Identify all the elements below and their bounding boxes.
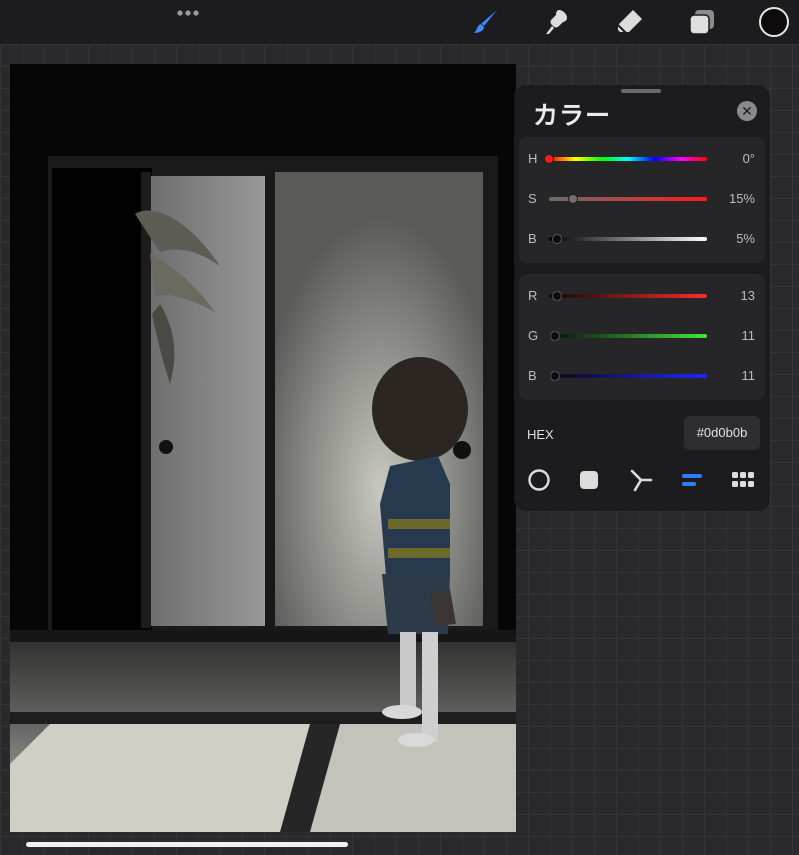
brightness-slider-row[interactable]: B 5% (519, 229, 765, 249)
blue-slider-track[interactable] (549, 374, 707, 378)
brightness-slider-track[interactable] (549, 237, 707, 241)
artwork-illustration (10, 64, 516, 832)
brush-tool-button[interactable] (470, 6, 502, 38)
disc-mode-button[interactable] (527, 468, 551, 492)
disc-mode-icon (528, 469, 550, 491)
harmony-mode-button[interactable] (629, 468, 653, 492)
green-slider-knob[interactable] (550, 331, 561, 341)
layers-icon (689, 10, 714, 35)
panel-title: カラー (533, 102, 612, 130)
brightness-slider-knob[interactable] (551, 234, 562, 244)
slider-label: H (528, 151, 538, 166)
hsb-slider-group: H 0° S 15% B 5% (519, 137, 765, 263)
slider-value: 15% (728, 191, 755, 206)
palettes-mode-button[interactable] (731, 468, 755, 492)
hue-slider-knob[interactable] (544, 154, 554, 164)
slider-label: R (528, 288, 538, 303)
saturation-slider-row[interactable]: S 15% (519, 189, 765, 209)
value-mode-button[interactable] (680, 468, 704, 492)
blue-slider-knob[interactable] (550, 371, 561, 381)
layers-tool-button[interactable] (686, 6, 718, 38)
top-toolbar (0, 0, 799, 44)
blue-slider-row[interactable]: B 11 (519, 366, 765, 386)
hue-slider-row[interactable]: H 0° (519, 149, 765, 169)
slider-label: B (528, 231, 537, 246)
hex-label: HEX (527, 427, 554, 442)
red-slider-knob[interactable] (551, 291, 562, 301)
brush-icon (474, 10, 497, 33)
green-slider-track[interactable] (549, 334, 707, 338)
close-button[interactable]: ✕ (737, 101, 757, 121)
slider-value: 0° (742, 151, 755, 166)
classic-mode-icon (580, 471, 598, 489)
home-indicator (26, 842, 348, 847)
red-slider-track[interactable] (549, 294, 707, 298)
hex-input[interactable]: #0d0b0b (684, 416, 760, 450)
slider-label: B (528, 368, 537, 383)
saturation-slider-knob[interactable] (567, 194, 578, 204)
red-slider-row[interactable]: R 13 (519, 286, 765, 306)
slider-value: 11 (741, 368, 756, 383)
eraser-icon (617, 10, 642, 35)
slider-value: 13 (740, 288, 755, 303)
more-icon[interactable] (176, 9, 200, 17)
classic-mode-button[interactable] (577, 468, 601, 492)
value-mode-icon (682, 474, 702, 486)
current-color-swatch[interactable] (759, 7, 789, 37)
slider-value: 11 (741, 328, 756, 343)
green-slider-row[interactable]: G 11 (519, 326, 765, 346)
slider-label: S (528, 191, 537, 206)
hue-slider-track[interactable] (549, 157, 707, 161)
harmony-mode-icon (630, 469, 653, 492)
palettes-mode-icon (732, 472, 754, 487)
smudge-icon (546, 10, 567, 34)
rgb-slider-group: R 13 G 11 B 11 (519, 274, 765, 400)
slider-label: G (528, 328, 539, 343)
panel-grabber[interactable] (621, 89, 661, 93)
eraser-tool-button[interactable] (614, 6, 646, 38)
smudge-tool-button[interactable] (541, 6, 573, 38)
drawing-canvas[interactable] (10, 64, 516, 832)
slider-value: 5% (736, 231, 755, 246)
close-icon: ✕ (741, 103, 753, 119)
color-panel: カラー ✕ H 0° S 15% B 5% R 13 G 11 B 11 HEX… (514, 85, 770, 511)
